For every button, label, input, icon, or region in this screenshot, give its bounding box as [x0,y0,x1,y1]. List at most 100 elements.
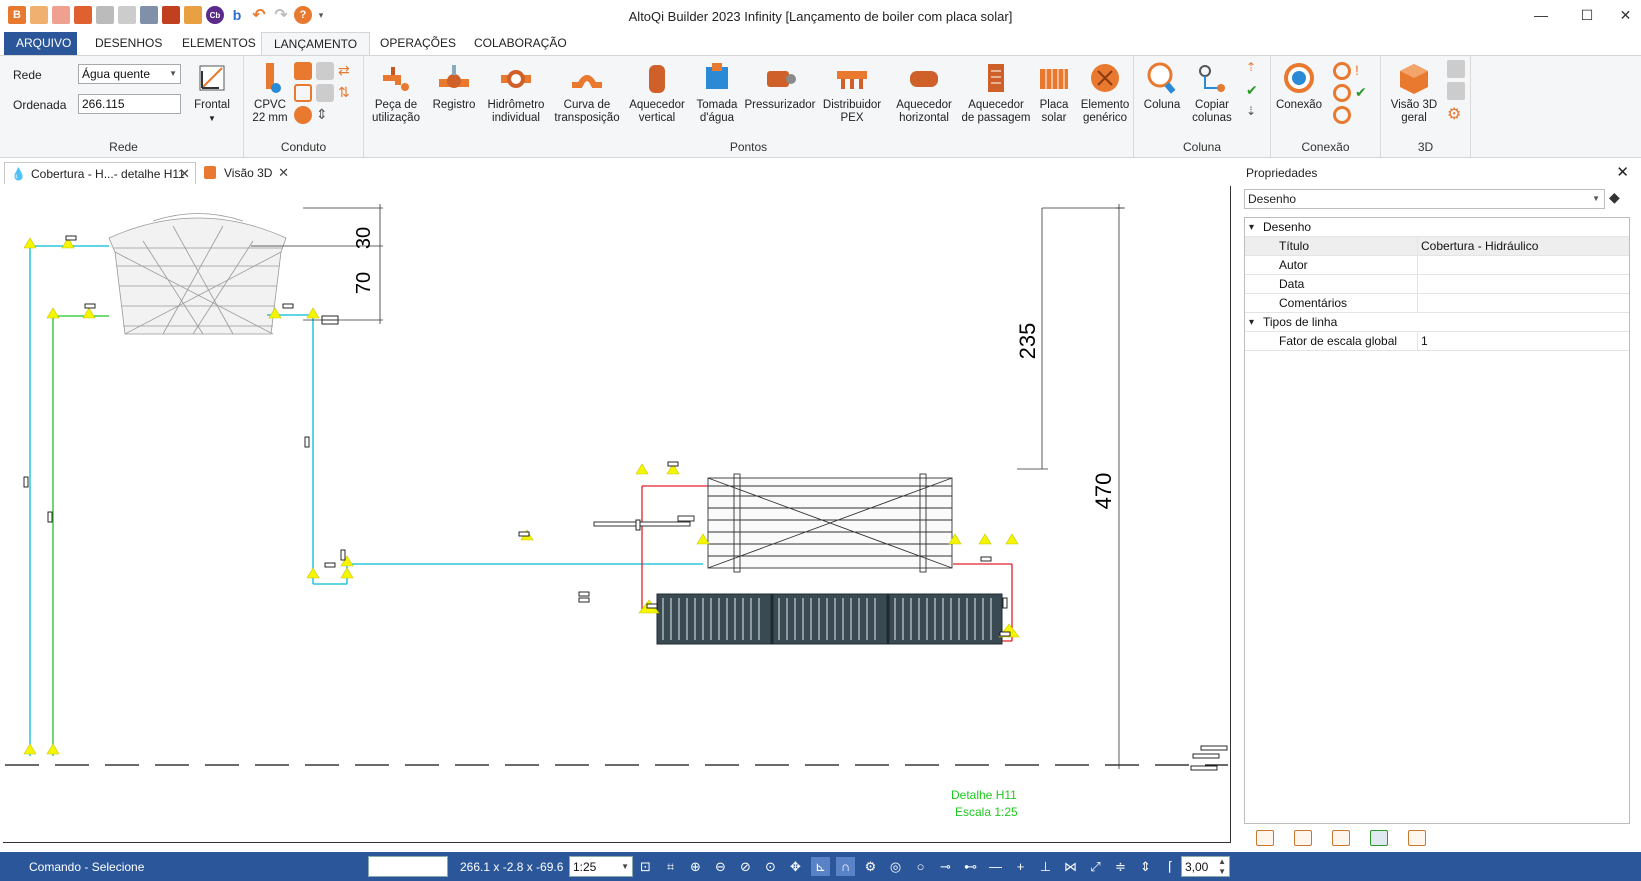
cad2-icon[interactable] [184,6,202,24]
property-row-autor[interactable]: Autor [1245,256,1629,275]
b-icon[interactable]: b [228,6,246,24]
aquecedor-vertical-button[interactable]: Aquecedor vertical [624,60,690,125]
property-row-fator-escala[interactable]: Fator de escala global 1 [1245,332,1629,351]
level-icon[interactable]: ⇕ [316,106,334,124]
distribuidor-pex-button[interactable]: Distribuidor PEX [816,60,888,125]
ordenada-input[interactable]: 266.115 [78,94,181,114]
undo-icon[interactable]: ↶ [250,6,268,24]
tab-elementos[interactable]: ELEMENTOS [170,32,268,55]
connection-group-icon[interactable] [1333,106,1351,124]
collapse-icon[interactable]: ▾ [1249,313,1254,332]
cb-icon[interactable]: Cb [206,6,224,24]
print-icon[interactable] [140,6,158,24]
property-value[interactable]: Cobertura - Hidráulico [1421,237,1538,256]
zoom-window-icon[interactable]: ⊡ [636,857,655,876]
aquecedor-horizontal-button[interactable]: Aquecedor horizontal [888,60,960,125]
customize-icon[interactable]: ▾ [316,6,326,24]
zoom-out-icon[interactable]: ⊖ [711,857,730,876]
solar-panels[interactable] [656,593,1003,645]
conexao-button[interactable]: Conexão [1275,60,1323,112]
connection-check-icon[interactable] [1333,84,1351,102]
value-input[interactable]: 3,00 ▲ ▼ [1181,856,1230,877]
close-icon[interactable]: ✕ [278,162,289,184]
zoom-extents-icon[interactable]: ⌗ [661,857,680,876]
water-tank[interactable] [108,213,287,335]
maximize-icon[interactable]: ☐ [1564,0,1610,30]
pressurizador-button[interactable]: Pressurizador [744,60,816,112]
app-icon[interactable]: B [8,6,26,24]
curve-icon[interactable] [294,84,312,102]
category-desenho[interactable]: ▾ Desenho [1245,218,1629,237]
rede-select[interactable]: Água quente ▼ [78,64,181,84]
snap-center-icon[interactable]: ◎ [886,857,905,876]
snap-nearest-icon[interactable]: ⋈ [1061,857,1080,876]
open-icon[interactable] [52,6,70,24]
bend-icon[interactable] [294,106,312,124]
window-3d-2-icon[interactable] [1447,82,1465,100]
views-icon[interactable] [1332,830,1350,846]
column-down-icon[interactable]: ⇣ [1246,104,1264,122]
close-icon[interactable]: ✕ [179,163,190,185]
arrows-icon[interactable]: ⇄ [338,62,356,80]
pipe-cpvc-button[interactable]: CPVC 22 mm [250,60,290,125]
peca-utilizacao-button[interactable]: Peça de utilização [366,60,426,125]
settings-icon[interactable] [1408,830,1426,846]
check-list-icon[interactable] [1370,830,1388,846]
align-icon[interactable]: ≑ [1111,857,1130,876]
property-row-data[interactable]: Data [1245,275,1629,294]
gear-icon[interactable]: ⚙ [861,857,880,876]
vertical-align-icon[interactable]: ⇕ [1136,857,1155,876]
elemento-generico-button[interactable]: Elemento genérico [1076,60,1134,125]
command-input[interactable] [368,856,448,877]
properties-selector[interactable]: Desenho ▼ [1244,189,1605,209]
tomada-agua-button[interactable]: Tomada d'água [690,60,744,125]
close-icon[interactable]: ✕ [1616,163,1629,181]
layers-icon[interactable] [1294,830,1312,846]
tee-icon[interactable] [316,62,334,80]
curva-transposicao-button[interactable]: Curva de transposição [550,60,624,125]
swap-icon[interactable]: ⇅ [338,84,356,102]
column-up-icon[interactable]: ⇡ [1246,60,1264,78]
snap-line-icon[interactable]: — [986,857,1005,876]
hidrometro-button[interactable]: Hidrômetro individual [482,60,550,125]
redo-icon[interactable]: ↷ [272,6,290,24]
close-icon[interactable]: ✕ [1610,0,1641,30]
zoom-in-icon[interactable]: ⊕ [686,857,705,876]
check-icon[interactable]: ✔ [1246,82,1264,100]
snap-intersection-icon[interactable]: + [1011,857,1030,876]
coluna-button[interactable]: Coluna [1140,60,1184,112]
snap-endpoint-icon[interactable]: ⊷ [961,857,980,876]
print-preview-icon[interactable] [118,6,136,24]
help-icon[interactable]: ? [294,6,312,24]
tab-operacoes[interactable]: OPERAÇÕES [368,32,468,55]
properties-icon[interactable] [1256,830,1274,846]
corner-icon[interactable]: ⌈ [1161,857,1180,876]
aquecedor-passagem-button[interactable]: Aquecedor de passagem [960,60,1032,125]
expand-icon[interactable]: ⤢ [1086,857,1105,876]
magnet-icon[interactable]: ∩ [836,857,855,876]
ortho-icon[interactable]: ⊾ [811,857,830,876]
new-icon[interactable] [30,6,48,24]
save-icon[interactable] [74,6,92,24]
doc-tab-visao-3d[interactable]: Visão 3D ✕ [198,162,294,184]
scale-select[interactable]: 1:25 ▼ [569,856,633,877]
tab-colaboracao[interactable]: COLABORAÇÃO [462,32,579,55]
elbow-icon[interactable] [294,62,312,80]
save-as-icon[interactable] [96,6,114,24]
drawing-canvas[interactable]: 30 70 235 470 Detalhe H11 Escala 1:25 [3,186,1231,843]
category-tipos-linha[interactable]: ▾ Tipos de linha [1245,313,1629,332]
zoom-previous-icon[interactable]: ⊘ [736,857,755,876]
pan-icon[interactable]: ✥ [786,857,805,876]
property-value[interactable]: 1 [1421,332,1428,351]
doc-tab-cobertura[interactable]: 💧 Cobertura - H...- detalhe H11 ✕ [4,162,196,184]
tab-arquivo[interactable]: ARQUIVO [4,32,77,55]
shapes-icon[interactable]: ◆ [1609,189,1629,209]
zoom-realtime-icon[interactable]: ⊙ [761,857,780,876]
connection-remove-icon[interactable] [1333,62,1351,80]
gear-icon[interactable]: ⚙ [1447,104,1465,123]
snap-midpoint-icon[interactable]: ⊸ [936,857,955,876]
window-3d-icon[interactable] [1447,60,1465,78]
boiler[interactable] [707,473,953,573]
tab-lancamento[interactable]: LANÇAMENTO [261,32,371,55]
tab-desenhos[interactable]: DESENHOS [83,32,174,55]
